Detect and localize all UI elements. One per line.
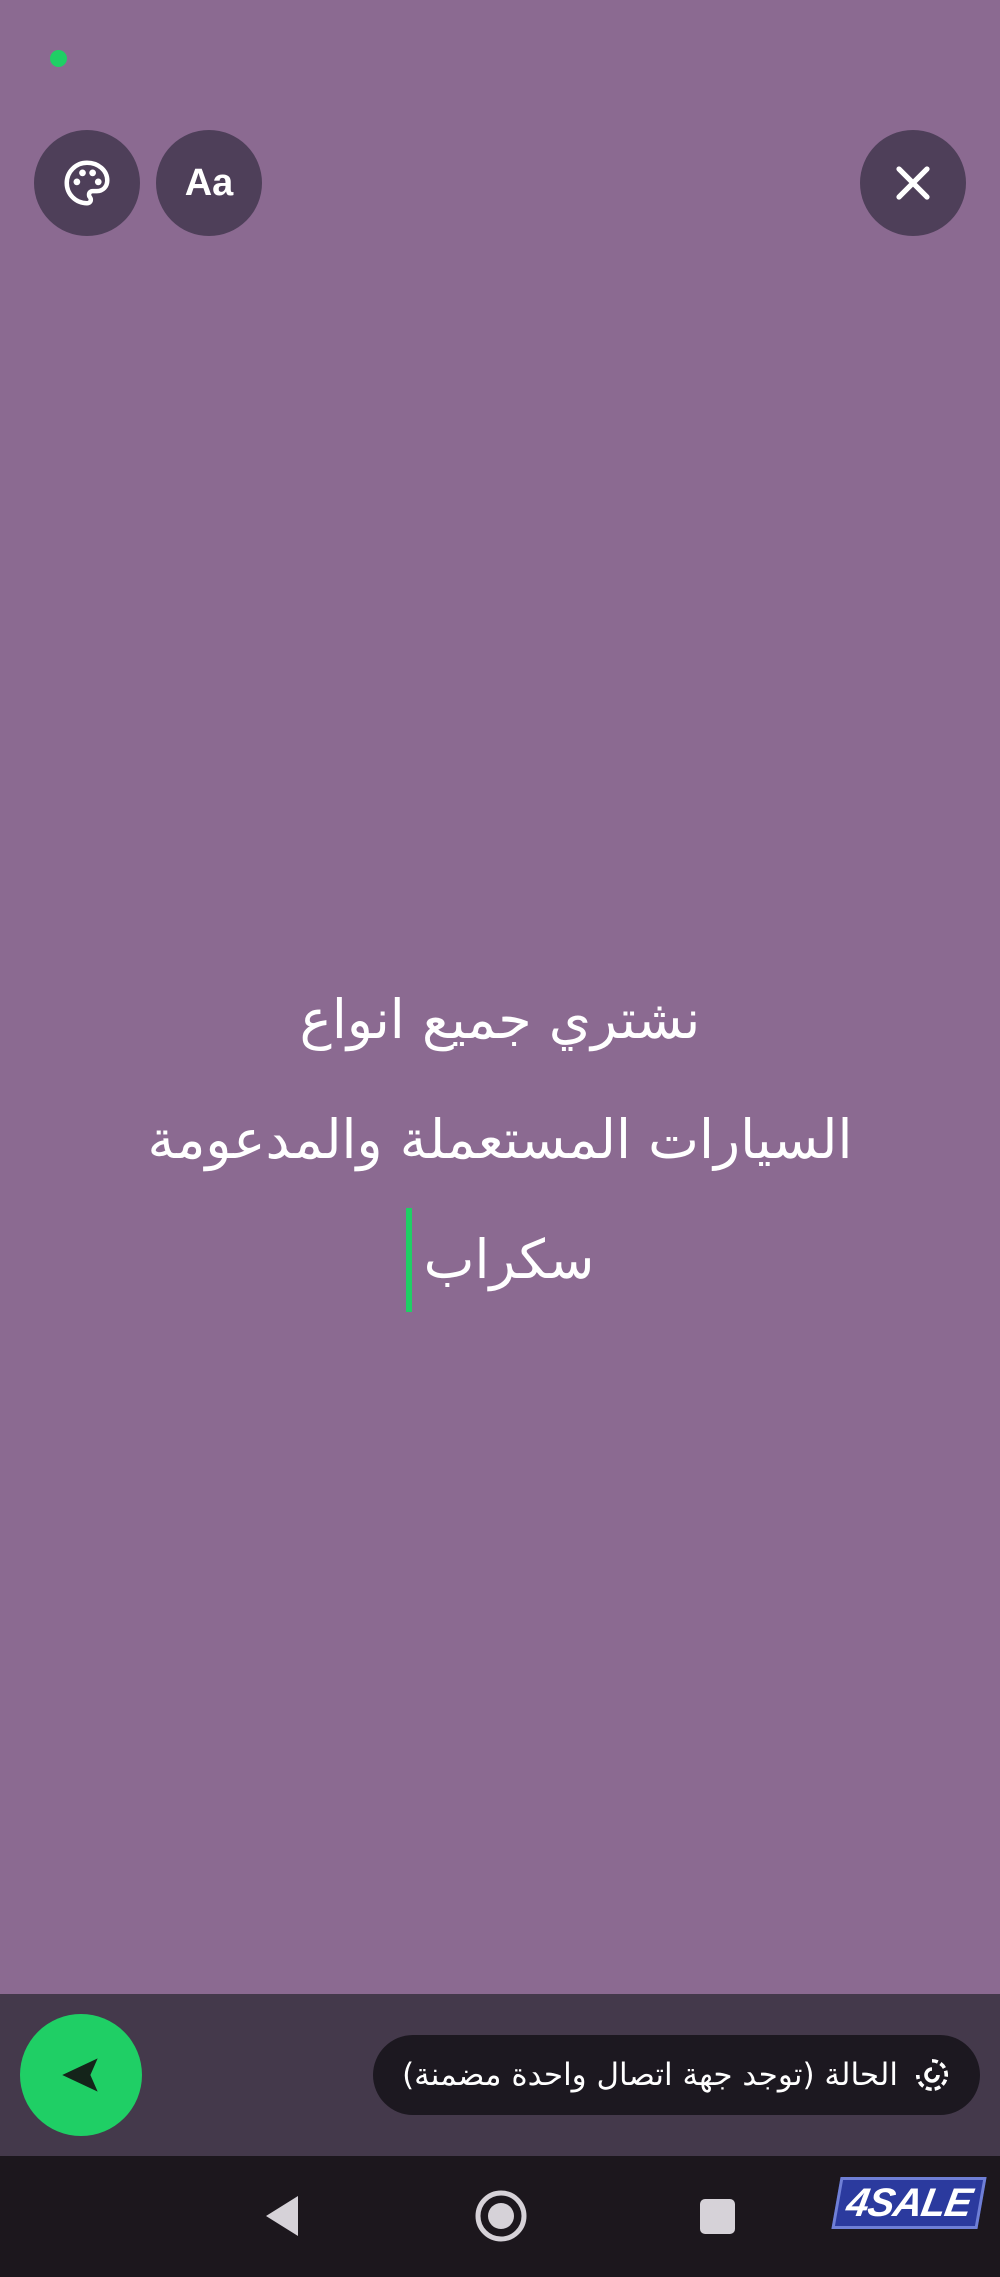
text-style-button[interactable]: Aa <box>156 130 262 236</box>
close-icon <box>896 166 930 200</box>
palette-button[interactable] <box>34 130 140 236</box>
palette-icon <box>64 160 110 206</box>
compose-line-3: سكراب <box>423 1228 595 1291</box>
watermark-text: 4SALE <box>843 2180 975 2225</box>
status-audience-selector[interactable]: الحالة (توجد جهة اتصال واحدة مضمنة) <box>373 2035 980 2115</box>
recents-icon[interactable] <box>699 2198 736 2235</box>
status-indicator-dot <box>50 50 67 67</box>
text-style-label: Aa <box>184 161 234 204</box>
send-icon <box>62 2058 98 2092</box>
send-button[interactable] <box>20 2014 142 2136</box>
back-icon[interactable] <box>262 2193 302 2239</box>
compose-line-1: نشتري جميع انواع <box>299 988 701 1051</box>
home-icon[interactable] <box>474 2189 528 2243</box>
composer-footer: الحالة (توجد جهة اتصال واحدة مضمنة) <box>0 1994 1000 2156</box>
status-audience-label: الحالة (توجد جهة اتصال واحدة مضمنة) <box>402 2057 898 2093</box>
close-button[interactable] <box>860 130 966 236</box>
status-text-editor[interactable]: نشتري جميع انواع السيارات المستعملة والم… <box>100 960 900 1320</box>
status-icon <box>915 2058 949 2092</box>
watermark-logo: 4SALE <box>831 2177 987 2229</box>
text-caret <box>405 1208 412 1312</box>
compose-line-2: السيارات المستعملة والمدعومة <box>147 1108 853 1171</box>
